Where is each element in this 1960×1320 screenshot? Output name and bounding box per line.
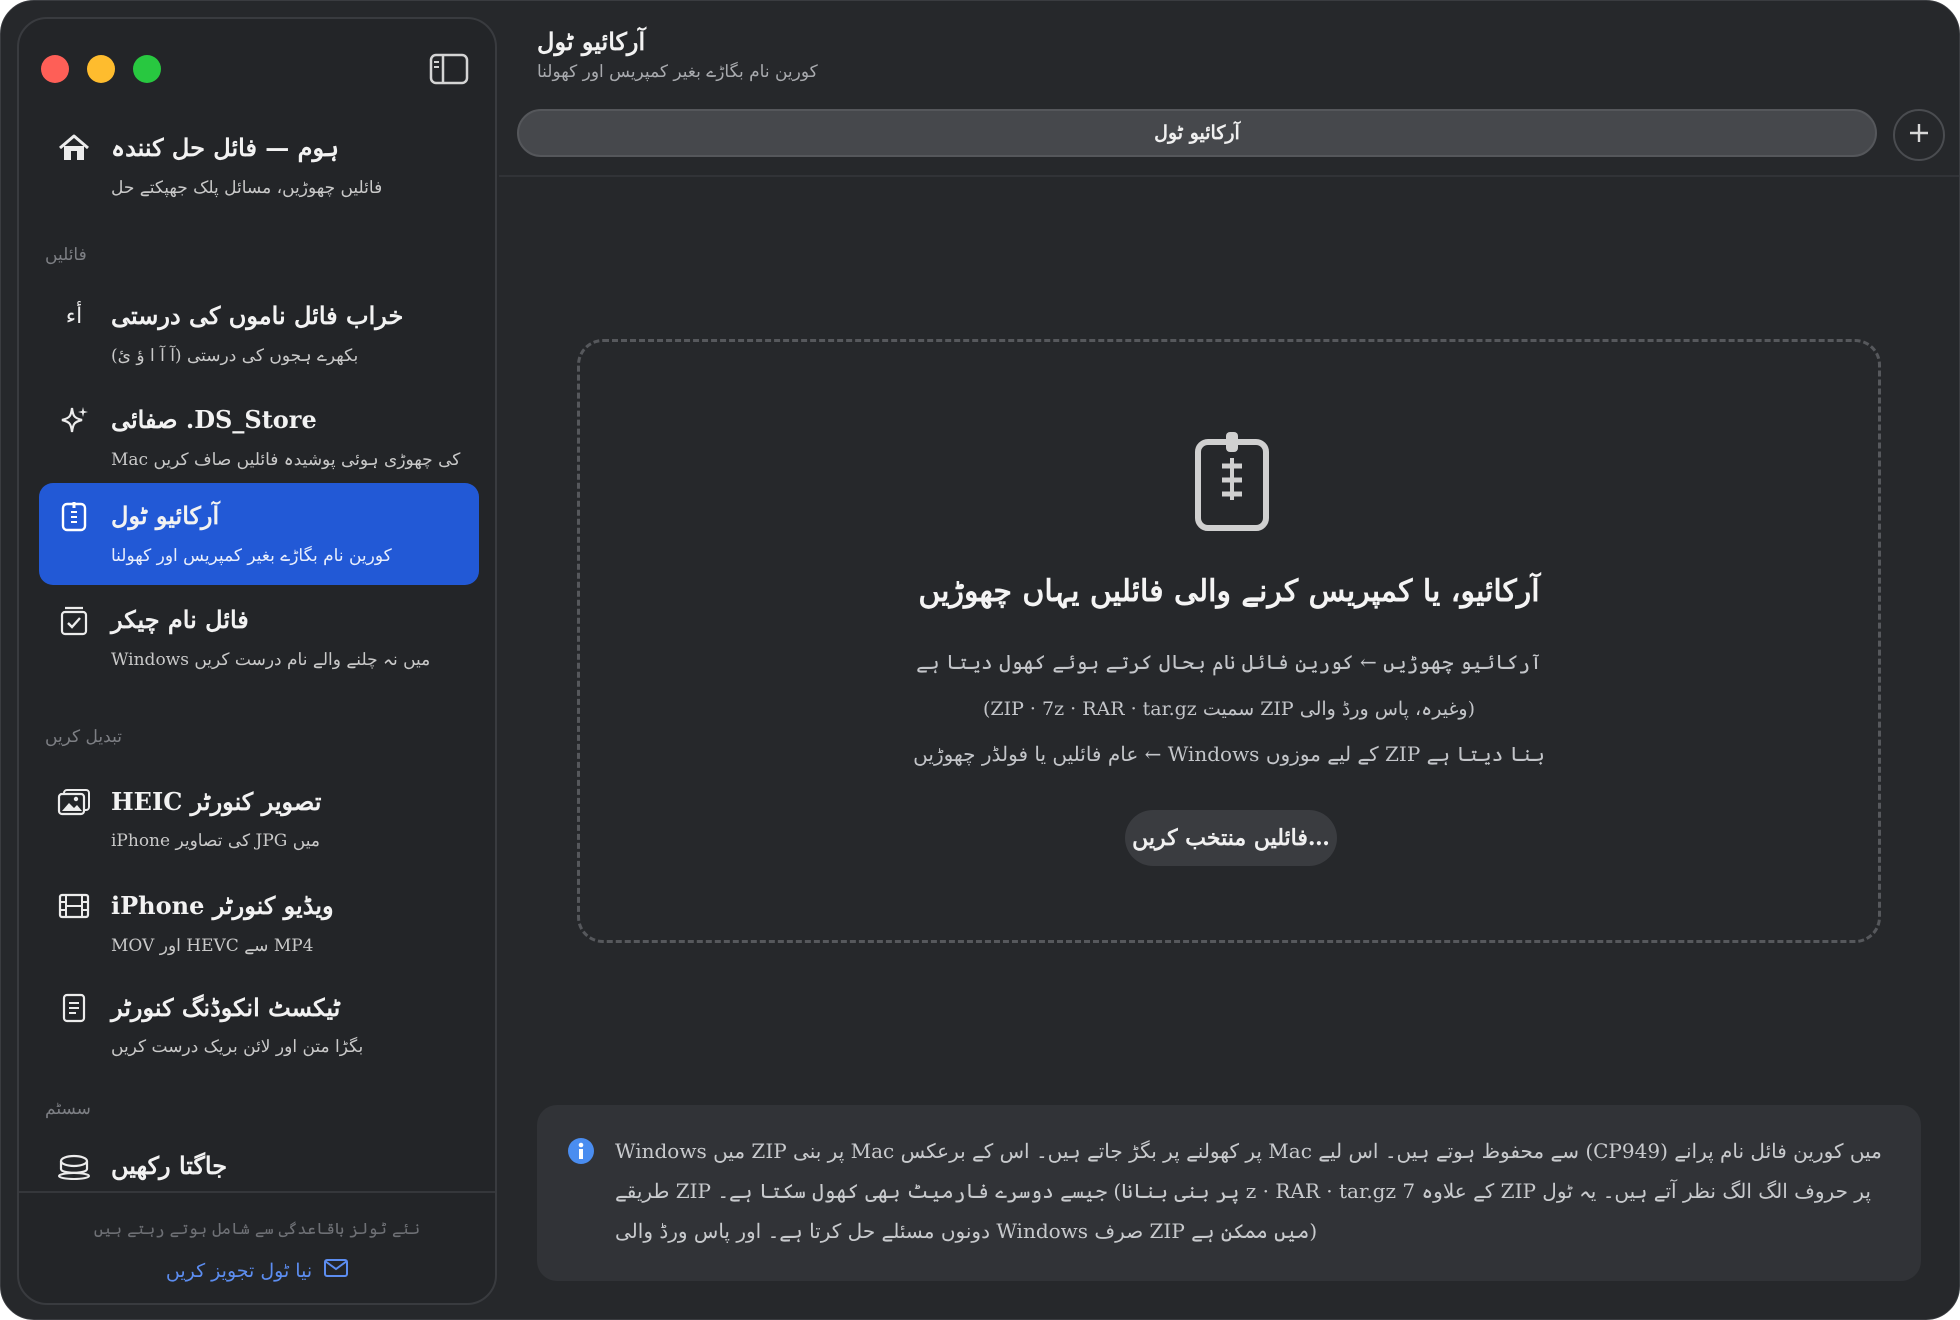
sidebar-toggle-icon[interactable] [429,53,469,85]
sidebar-item-encoding-converter[interactable]: ٹیکسٹ انکوڈنگ کنورٹر بگڑا متن اور لائن ب… [39,975,479,1077]
close-window-button[interactable] [41,55,69,83]
sidebar-item-home[interactable]: ہوم — فائل حل کنندہ فائلیں چھوڑیں، مسائل… [39,115,479,217]
sidebar: ہوم — فائل حل کنندہ فائلیں چھوڑیں، مسائل… [17,17,497,1305]
page-subtitle: کورین نام بگاڑے بغیر کمپریس اور کھولنا [537,62,818,82]
sidebar-item-title: فائل نام چیکر [111,605,249,634]
section-label-system: سسٹم [45,1099,91,1119]
info-panel: Windows میں ZIP پر بنی Mac پر کھولنے پر … [537,1105,1921,1281]
checklist-icon [57,603,91,637]
sidebar-item-subtitle: بگڑا متن اور لائن بریک درست کریں [111,1037,364,1057]
sidebar-item-keep-awake[interactable]: جاگتا رکھیں [39,1133,479,1189]
file-drop-zone[interactable]: آرکائیو، یا کمپریس کرنے والی فائلیں یہاں… [577,339,1881,943]
sidebar-item-title: آرکائیو ٹول [111,501,220,530]
sidebar-item-title: ہوم — فائل حل کنندہ [111,133,339,162]
sidebar-item-title: HEIC تصویر کنورٹر [111,787,322,816]
footer-note: نئے ٹولز باقاعدگی سے شامل ہوتے رہتے ہیں [93,1219,421,1238]
photos-icon [57,785,91,819]
drop-zone-hint-compress: عام فائلیں یا فولڈر چھوڑیں ← Windows کے … [913,742,1545,766]
suggest-tool-link[interactable]: نیا ٹول تجویز کریں [19,1259,495,1282]
sidebar-item-heic-converter[interactable]: HEIC تصویر کنورٹر iPhone کی تصاویر JPG م… [39,769,479,871]
suggest-tool-label: نیا ٹول تجویز کریں [165,1259,313,1282]
tab-archive-tool[interactable]: آرکائیو ٹول [517,109,1877,157]
page-title: آرکائیو ٹول [537,27,646,56]
sidebar-item-subtitle: فائلیں چھوڑیں، مسائل پلک جھپکتے حل [111,178,383,198]
sparkle-icon [57,403,91,437]
tab-label: آرکائیو ٹول [1154,122,1240,144]
header-divider [499,175,1959,177]
sidebar-item-filename-checker[interactable]: فائل نام چیکر Windows میں نہ چلنے والے ن… [39,587,479,689]
zoom-window-button[interactable] [133,55,161,83]
sidebar-item-title: خراب فائل ناموں کی درستی [111,301,404,330]
text-glyph-icon: أء [65,303,83,329]
home-icon [57,131,91,165]
sidebar-item-filename-repair[interactable]: أء خراب فائل ناموں کی درستی بکھرے ہجوں ک… [39,283,479,385]
info-text: Windows میں ZIP پر بنی Mac پر کھولنے پر … [615,1139,1882,1243]
section-label-files: فائلیں [45,245,87,265]
sidebar-item-title: iPhone ویڈیو کنورٹر [111,891,334,920]
sidebar-item-subtitle: Mac کی چھوڑی ہوئی پوشیدہ فائلیں صاف کریں [111,450,461,470]
film-icon [57,889,91,923]
sidebar-item-title: ٹیکسٹ انکوڈنگ کنورٹر [111,993,341,1022]
sidebar-item-title: صفائی .DS_Store [111,405,317,434]
sidebar-item-video-converter[interactable]: iPhone ویڈیو کنورٹر MOV اور HEVC سے MP4 [39,873,479,975]
sidebar-item-title: جاگتا رکھیں [111,1151,228,1180]
app-window: ہوم — فائل حل کنندہ فائلیں چھوڑیں، مسائل… [0,0,1960,1320]
sidebar-footer: نئے ٹولز باقاعدگی سے شامل ہوتے رہتے ہیں … [19,1191,495,1303]
sidebar-item-subtitle: MOV اور HEVC سے MP4 [111,936,314,956]
add-tab-button[interactable] [1893,109,1945,161]
section-label-convert: تبدیل کریں [45,727,122,747]
drop-zone-hint-formats: (ZIP · 7z · RAR · tar.gz سمیت ZIP وغیرہ،… [982,698,1476,720]
drop-zone-hint-archive: آرکائیو چھوڑیں ← کورین فائل نام بحال کرت… [916,650,1542,674]
envelope-icon [324,1259,349,1282]
sidebar-item-ds-store-cleanup[interactable]: صفائی .DS_Store Mac کی چھوڑی ہوئی پوشیدہ… [39,387,479,489]
archive-icon [1192,428,1272,532]
minimize-window-button[interactable] [87,55,115,83]
sidebar-item-subtitle: iPhone کی تصاویر JPG میں [111,831,320,851]
drop-zone-heading: آرکائیو، یا کمپریس کرنے والی فائلیں یہاں… [918,574,1540,609]
sidebar-item-archive-tool[interactable]: آرکائیو ٹول کورین نام بگاڑے بغیر کمپریس … [39,483,479,585]
coffee-cup-icon [57,1149,91,1183]
sidebar-item-subtitle: بکھرے ہجوں کی درستی (آ آ ا ؤ ئ) [111,346,359,366]
sidebar-item-subtitle: Windows میں نہ چلنے والے نام درست کریں [111,650,431,670]
document-icon [57,991,91,1025]
sidebar-item-subtitle: کورین نام بگاڑے بغیر کمپریس اور کھولنا [111,546,392,566]
choose-files-button[interactable]: فائلیں منتخب کریں… [1125,810,1337,866]
info-icon [567,1137,595,1165]
plus-icon [1907,118,1931,153]
archive-icon [57,499,91,533]
